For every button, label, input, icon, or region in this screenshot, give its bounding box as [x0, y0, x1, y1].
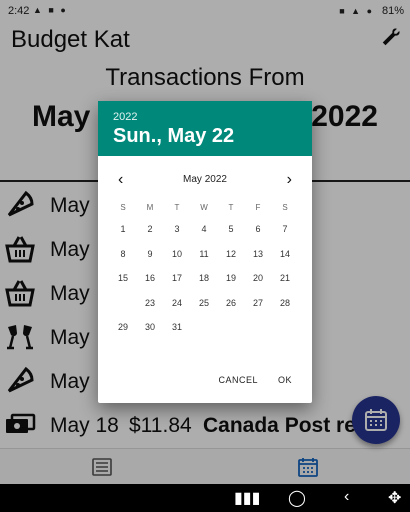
calendar-day[interactable]: 17 — [164, 266, 190, 290]
calendar-day-label: 27 — [252, 297, 263, 308]
calendar-day[interactable]: 4 — [191, 217, 217, 241]
month-label: May 2022 — [183, 174, 227, 185]
recent-apps-icon[interactable]: ▮▮▮ — [234, 488, 260, 508]
calendar-day[interactable]: 2 — [137, 217, 163, 241]
weekday-label: T — [174, 203, 180, 212]
calendar-day-label: 16 — [144, 273, 155, 283]
calendar-day-label: 18 — [198, 273, 209, 283]
calendar-day[interactable]: 12 — [218, 242, 244, 266]
calendar-day[interactable]: 9 — [137, 242, 163, 266]
calendar-day[interactable]: 7 — [272, 217, 298, 241]
calendar-day-label: 23 — [144, 297, 155, 308]
weekday-label: S — [120, 203, 126, 212]
calendar-day[interactable]: 26 — [218, 291, 244, 315]
calendar-day-label: 17 — [171, 273, 182, 283]
selected-date: Sun., May 22 — [113, 125, 235, 147]
calendar-day[interactable]: 1 — [110, 217, 136, 241]
calendar-grid: 1 2 3 4 5 6 7 8 9 10 11 12 13 14 15 16 17 18 19 20 21 22 23 24 2… — [110, 217, 300, 339]
calendar-day-label: 29 — [117, 322, 128, 332]
weekday-header: S M T W T F S — [110, 203, 300, 215]
calendar-day[interactable]: 25 — [191, 291, 217, 315]
accessibility-icon[interactable]: ✥ — [388, 488, 401, 508]
selected-year[interactable]: 2022 — [113, 111, 137, 123]
calendar-day[interactable]: 14 — [272, 242, 298, 266]
calendar-day-label: 3 — [174, 224, 180, 234]
calendar-day-label: 20 — [252, 273, 263, 283]
calendar-day-label: 12 — [225, 248, 236, 259]
calendar-day[interactable]: 10 — [164, 242, 190, 266]
calendar-day-label: 30 — [144, 322, 155, 332]
calendar-day-label: 10 — [171, 248, 182, 259]
calendar-day-label: 7 — [282, 224, 288, 234]
back-icon[interactable]: ‹ — [344, 488, 349, 506]
calendar-day[interactable]: 6 — [245, 217, 271, 241]
calendar-day-label: 8 — [120, 248, 126, 259]
cancel-button[interactable]: CANCEL — [218, 375, 258, 385]
calendar-day[interactable]: 24 — [164, 291, 190, 315]
calendar-day[interactable]: 13 — [245, 242, 271, 266]
calendar-day-label: 5 — [228, 224, 234, 234]
calendar-day-label: 25 — [198, 297, 209, 308]
calendar-day[interactable]: 21 — [272, 266, 298, 290]
month-navigation: ‹ May 2022 › — [98, 171, 312, 189]
calendar-day-label: 24 — [171, 297, 182, 308]
ok-button[interactable]: OK — [278, 375, 292, 385]
date-picker-header: 2022 Sun., May 22 — [98, 101, 312, 156]
calendar-day[interactable]: 3 — [164, 217, 190, 241]
calendar-day-label: 9 — [147, 248, 153, 259]
calendar-day-selected[interactable]: 22 — [110, 291, 136, 315]
calendar-day-label: 31 — [171, 322, 182, 332]
calendar-day-label: 19 — [225, 273, 236, 283]
calendar-day-label: 11 — [199, 248, 209, 259]
calendar-day-label: 26 — [225, 297, 236, 308]
calendar-day-label: 28 — [279, 297, 290, 308]
calendar-day[interactable]: 27 — [245, 291, 271, 315]
calendar-day-label: 22 — [117, 297, 128, 308]
calendar-day[interactable]: 20 — [245, 266, 271, 290]
date-picker-dialog: 2022 Sun., May 22 ‹ May 2022 › S M T W T… — [98, 101, 312, 403]
calendar-day-label: 2 — [147, 224, 153, 234]
calendar-day-label: 6 — [255, 224, 261, 234]
weekday-label: M — [146, 203, 154, 212]
calendar-day-label: 1 — [120, 224, 126, 234]
calendar-day-label: 21 — [279, 273, 290, 283]
calendar-day[interactable]: 31 — [164, 315, 190, 339]
weekday-label: W — [200, 203, 208, 212]
calendar-day[interactable]: 30 — [137, 315, 163, 339]
home-icon[interactable]: ◯ — [288, 488, 306, 508]
calendar-day-label: 13 — [252, 248, 263, 259]
weekday-label: F — [255, 203, 261, 212]
calendar-day[interactable]: 29 — [110, 315, 136, 339]
calendar-day[interactable]: 11 — [191, 242, 217, 266]
chevron-right-icon[interactable]: › — [287, 171, 292, 189]
calendar-day[interactable]: 8 — [110, 242, 136, 266]
calendar-day-label: 4 — [201, 224, 207, 234]
system-navigation-bar: ▮▮▮ ◯ ‹ ✥ — [0, 484, 410, 512]
calendar-day[interactable]: 15 — [110, 266, 136, 290]
weekday-label: S — [282, 203, 288, 212]
calendar-day[interactable]: 28 — [272, 291, 298, 315]
calendar-day[interactable]: 16 — [137, 266, 163, 290]
calendar-day[interactable]: 5 — [218, 217, 244, 241]
calendar-day[interactable]: 19 — [218, 266, 244, 290]
calendar-day-label: 15 — [117, 273, 128, 283]
calendar-day[interactable]: 18 — [191, 266, 217, 290]
calendar-day-label: 14 — [279, 248, 290, 259]
calendar-day[interactable]: 23 — [137, 291, 163, 315]
weekday-label: T — [228, 203, 234, 212]
